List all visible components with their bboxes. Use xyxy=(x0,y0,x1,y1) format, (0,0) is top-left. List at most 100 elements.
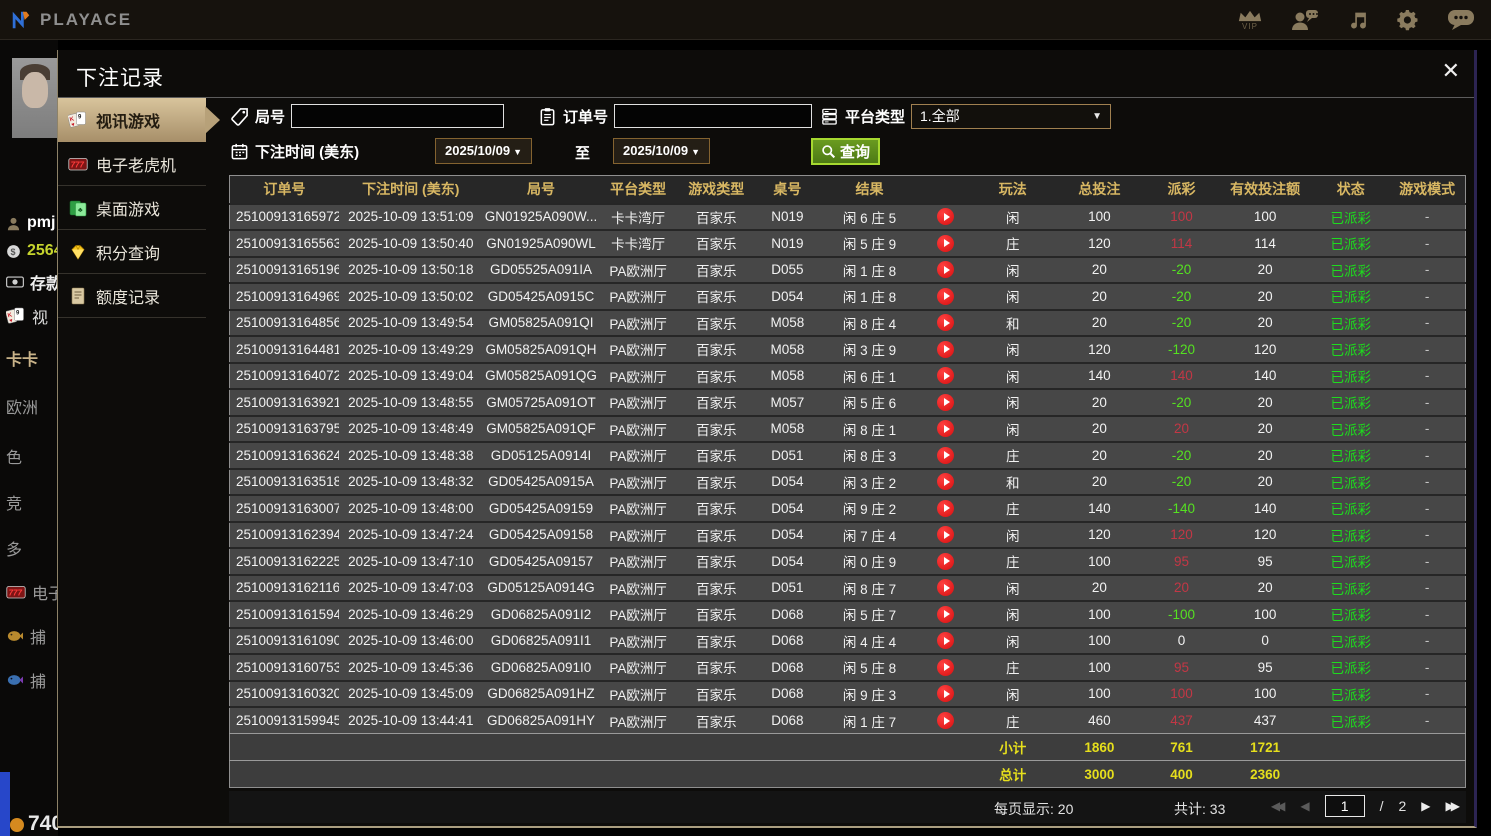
cell-result: 闲 7 庄 4 xyxy=(819,520,920,548)
last-page-icon[interactable]: ▶▶ xyxy=(1446,799,1461,813)
cell-round-number: GM05825A091QG xyxy=(482,361,600,389)
replay-video-icon[interactable] xyxy=(937,208,955,226)
replay-video-icon[interactable] xyxy=(937,685,955,703)
sidebar-tab-桌面游戏[interactable]: ♣ 桌面游戏 xyxy=(58,186,206,230)
cell-platform: PA欧洲厅 xyxy=(599,679,678,707)
coin-icon: $ xyxy=(6,244,21,259)
replay-video-icon[interactable] xyxy=(937,367,955,385)
cell-game-mode: - xyxy=(1389,441,1466,469)
replay-video-icon[interactable] xyxy=(937,261,955,279)
background-menu-item[interactable]: 欧洲 xyxy=(6,394,38,418)
date-to-picker[interactable]: 2025/10/09 ▼ xyxy=(613,138,710,164)
replay-video-icon[interactable] xyxy=(937,552,955,570)
background-menu-label: 欧洲 xyxy=(6,400,39,417)
cell-replay xyxy=(919,414,972,442)
cell-result: 闲 1 庄 8 xyxy=(819,282,920,310)
replay-video-icon[interactable] xyxy=(937,579,955,597)
cell-valid-bet: 437 xyxy=(1218,706,1313,734)
sidebar-tab-积分查询[interactable]: 积分查询 xyxy=(58,230,206,274)
cell-order-number: 251009131648563 xyxy=(229,308,339,336)
settings-gear-icon[interactable] xyxy=(1396,8,1420,32)
date-to-value: 2025/10/09 xyxy=(623,143,689,158)
cell-payout: 20 xyxy=(1144,414,1219,442)
cell-bet-time: 2025-10-09 13:48:49 xyxy=(338,414,483,442)
play-triangle xyxy=(943,345,950,354)
replay-video-icon[interactable] xyxy=(937,314,955,332)
grand-total-bet: 3000 xyxy=(1053,760,1145,788)
date-from-picker[interactable]: 2025/10/09 ▼ xyxy=(435,138,532,164)
background-menu-item[interactable]: 色 xyxy=(6,444,22,468)
background-menu-item[interactable]: pmj xyxy=(6,214,55,232)
next-page-icon[interactable]: ▶ xyxy=(1421,799,1430,813)
cell-payout: -120 xyxy=(1144,335,1219,363)
search-button[interactable]: 查询 xyxy=(811,138,881,165)
support-chat-icon[interactable] xyxy=(1290,8,1320,32)
replay-video-icon[interactable] xyxy=(937,632,955,650)
background-menu-label: pmj xyxy=(27,214,56,231)
cell-game-mode: - xyxy=(1389,255,1466,283)
sidebar-tab-额度记录[interactable]: 额度记录 xyxy=(58,274,206,318)
cell-replay xyxy=(919,573,972,601)
play-triangle xyxy=(943,583,950,592)
cell-bet-time: 2025-10-09 13:44:41 xyxy=(338,706,483,734)
replay-video-icon[interactable] xyxy=(937,393,955,411)
cell-status: 已派彩 xyxy=(1312,361,1390,389)
cell-payout: 100 xyxy=(1144,202,1219,230)
cell-order-number: 251009131610906 xyxy=(229,626,339,654)
background-menu-item[interactable]: 捕 xyxy=(6,668,46,692)
replay-video-icon[interactable] xyxy=(937,712,955,729)
chat-bubble-icon[interactable] xyxy=(1447,8,1475,32)
column-header: 有效投注额 xyxy=(1218,175,1313,204)
vip-label: VIP xyxy=(1242,21,1258,31)
coin-icon xyxy=(10,818,24,832)
user-avatar[interactable] xyxy=(12,58,58,138)
cell-game-mode: - xyxy=(1389,679,1466,707)
cell-result: 闲 4 庄 4 xyxy=(819,626,920,654)
background-menu-item[interactable]: 竞 xyxy=(6,490,22,514)
background-menu-item[interactable]: $2564 xyxy=(6,242,58,260)
replay-video-icon[interactable] xyxy=(937,526,955,544)
cell-platform: PA欧洲厅 xyxy=(599,467,678,495)
background-menu-item[interactable]: 卡卡 xyxy=(6,346,38,370)
background-menu-item[interactable]: 存款 xyxy=(6,270,58,294)
cell-valid-bet: 20 xyxy=(1218,441,1313,469)
play-triangle xyxy=(943,610,950,619)
cell-status: 已派彩 xyxy=(1312,653,1390,681)
subtotal-bet: 1860 xyxy=(1053,733,1145,761)
platform-type-select[interactable]: 1.全部 xyxy=(911,103,1112,129)
cell-valid-bet: 120 xyxy=(1218,520,1313,548)
first-page-icon[interactable]: ◀◀ xyxy=(1271,799,1286,813)
prev-page-icon[interactable]: ◀ xyxy=(1300,799,1309,813)
round-number-input[interactable] xyxy=(291,104,505,128)
cell-table-number: D068 xyxy=(755,706,820,734)
table-row: 251009131623944 2025-10-09 13:47:24 GD05… xyxy=(229,520,1466,548)
order-number-input[interactable] xyxy=(614,104,813,128)
cell-game-mode: - xyxy=(1389,202,1466,230)
page-number-input[interactable] xyxy=(1324,795,1365,817)
cell-total-bet: 140 xyxy=(1053,494,1145,522)
replay-video-icon[interactable] xyxy=(937,605,955,623)
replay-video-icon[interactable] xyxy=(937,499,955,517)
background-menu-item[interactable]: 多 xyxy=(6,536,22,560)
bet-time-label: 下注时间 (美东) xyxy=(255,143,360,161)
cell-game-type: 百家乐 xyxy=(677,229,756,257)
subtotal-spacer xyxy=(229,733,972,761)
play-triangle xyxy=(943,451,950,460)
background-menu-item[interactable]: K ♥ 9 视 xyxy=(6,304,48,328)
subtotal-payout: 761 xyxy=(1144,733,1219,761)
replay-video-icon[interactable] xyxy=(937,287,955,305)
replay-video-icon[interactable] xyxy=(937,658,955,676)
vip-crown-icon[interactable]: VIP xyxy=(1237,9,1263,31)
replay-video-icon[interactable] xyxy=(937,340,955,358)
close-icon[interactable]: ✕ xyxy=(1442,60,1460,82)
replay-video-icon[interactable] xyxy=(937,473,955,491)
replay-video-icon[interactable] xyxy=(937,420,955,438)
replay-video-icon[interactable] xyxy=(937,234,955,252)
cell-round-number: GD06825A091HY xyxy=(482,706,600,734)
replay-video-icon[interactable] xyxy=(937,446,955,464)
background-menu-item[interactable]: 捕 xyxy=(6,624,46,648)
credit-icon xyxy=(68,286,88,306)
music-icon[interactable] xyxy=(1347,8,1369,32)
background-menu-item[interactable]: 777 电子 xyxy=(6,580,58,604)
cell-platform: PA欧洲厅 xyxy=(599,547,678,575)
